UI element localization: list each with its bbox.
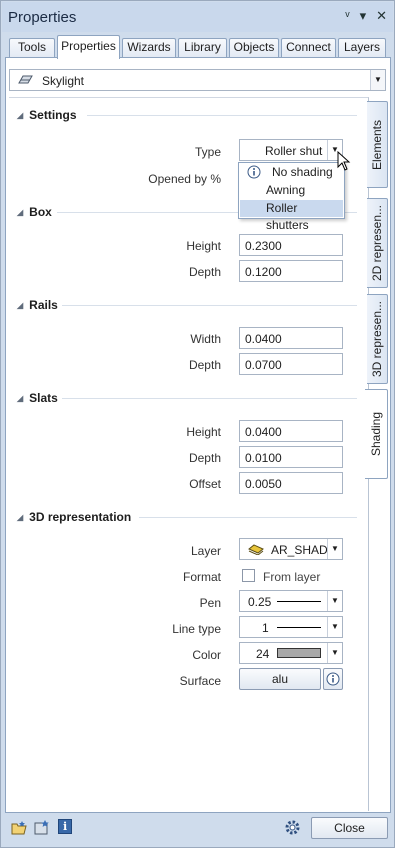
- element-selector[interactable]: Skylight ▼: [9, 69, 386, 91]
- rails-depth-label: Depth: [188, 358, 221, 372]
- tab-properties[interactable]: Properties: [57, 35, 120, 59]
- info-icon: [326, 672, 340, 686]
- side-tab-shading[interactable]: Shading: [365, 389, 388, 479]
- type-dropdown[interactable]: Roller shut ▼: [239, 139, 343, 161]
- box-depth-label: Depth: [188, 265, 221, 279]
- option-roller-shutters[interactable]: Roller shutters: [240, 200, 343, 232]
- rails-depth-input[interactable]: 0.0700: [239, 353, 343, 375]
- rails-width-input[interactable]: 0.0400: [239, 327, 343, 349]
- tab-objects[interactable]: Objects: [229, 38, 279, 57]
- collapse-icon[interactable]: ◢: [17, 513, 23, 522]
- tab-layers[interactable]: Layers: [338, 38, 386, 57]
- color-value: 24: [256, 647, 270, 661]
- section-rails[interactable]: ◢ Rails: [17, 298, 357, 312]
- surface-button[interactable]: alu: [239, 668, 321, 690]
- option-no-shading[interactable]: No shading: [240, 164, 343, 181]
- line-type-dropdown[interactable]: 1 ▼: [239, 616, 343, 638]
- section-3d-representation[interactable]: ◢ 3D representation: [17, 510, 357, 524]
- side-tab-3d-representation[interactable]: 3D represen...: [367, 294, 388, 384]
- chevron-down-icon[interactable]: ▼: [327, 591, 342, 611]
- slats-height-input[interactable]: 0.0400: [239, 420, 343, 442]
- box-height-label: Height: [186, 239, 221, 253]
- section-slats[interactable]: ◢ Slats: [17, 391, 357, 405]
- open-favorites-icon[interactable]: [11, 820, 28, 835]
- rails-width-label: Width: [190, 332, 221, 346]
- tab-tools[interactable]: Tools: [9, 38, 55, 57]
- type-options-popup: No shading Awning Roller shutters: [238, 162, 345, 232]
- color-swatch: [277, 648, 321, 658]
- properties-window: Properties ᵛ ▾ ✕ Tools Properties Wizard…: [0, 0, 395, 848]
- save-favorites-icon[interactable]: [34, 819, 51, 835]
- surface-info-button[interactable]: [323, 668, 343, 690]
- slats-offset-input[interactable]: 0.0050: [239, 472, 343, 494]
- gear-icon[interactable]: [284, 819, 301, 836]
- collapse-icon[interactable]: ◢: [17, 394, 23, 403]
- chevron-down-icon[interactable]: ▼: [327, 643, 342, 663]
- element-selector-value: Skylight: [42, 74, 85, 88]
- side-tab-elements[interactable]: Elements: [367, 101, 388, 188]
- slats-depth-label: Depth: [188, 451, 221, 465]
- slats-offset-label: Offset: [189, 477, 221, 491]
- format-label: Format: [182, 570, 221, 584]
- pen-preview: [277, 601, 321, 602]
- title-bar: Properties ᵛ ▾ ✕: [2, 2, 393, 32]
- pen-label: Pen: [199, 596, 221, 610]
- info-icon[interactable]: i: [58, 819, 72, 834]
- chevron-down-icon[interactable]: ▼: [327, 617, 342, 637]
- surface-label: Surface: [179, 674, 221, 688]
- collapse-icon[interactable]: ◢: [17, 208, 23, 217]
- option-awning[interactable]: Awning: [240, 182, 343, 199]
- properties-panel: Skylight ▼ ◢ Settings Type Roller shut ▼…: [5, 57, 391, 813]
- layer-icon: [248, 544, 264, 555]
- from-layer-label: From layer: [263, 570, 321, 584]
- color-label: Color: [192, 648, 221, 662]
- type-value: Roller shut: [265, 144, 323, 158]
- pen-value: 0.25: [248, 595, 272, 609]
- collapse-icon[interactable]: ◢: [17, 301, 23, 310]
- skylight-icon: [18, 75, 33, 84]
- pen-dropdown[interactable]: 0.25 ▼: [239, 590, 343, 612]
- pin-icon[interactable]: ᵛ: [345, 8, 349, 24]
- box-height-input[interactable]: 0.2300: [239, 234, 343, 256]
- mouse-cursor-icon: [337, 151, 351, 171]
- window-title: Properties: [8, 8, 77, 26]
- collapse-icon[interactable]: ◢: [17, 111, 23, 120]
- line-type-label: Line type: [172, 622, 221, 636]
- layer-label: Layer: [190, 544, 221, 558]
- close-icon[interactable]: ✕: [376, 8, 387, 24]
- chevron-down-icon[interactable]: ▼: [370, 70, 385, 90]
- tab-wizards[interactable]: Wizards: [122, 38, 176, 57]
- layer-value: AR_SHAD: [271, 543, 328, 557]
- from-layer-checkbox[interactable]: [242, 569, 255, 582]
- type-label: Type: [194, 145, 221, 159]
- opened-by-label: Opened by %: [148, 172, 221, 186]
- window-menu-icon[interactable]: ▾: [360, 8, 367, 24]
- tab-connect[interactable]: Connect: [281, 38, 336, 57]
- bottom-toolbar: i Close: [2, 814, 393, 846]
- layer-dropdown[interactable]: AR_SHAD ▼: [239, 538, 343, 560]
- slats-height-label: Height: [186, 425, 221, 439]
- side-tab-2d-representation[interactable]: 2D represen...: [367, 198, 388, 288]
- section-settings[interactable]: ◢ Settings: [17, 108, 357, 122]
- line-type-value: 1: [262, 621, 269, 635]
- chevron-down-icon[interactable]: ▼: [327, 539, 342, 559]
- tab-library[interactable]: Library: [178, 38, 227, 57]
- box-depth-input[interactable]: 0.1200: [239, 260, 343, 282]
- close-button[interactable]: Close: [311, 817, 388, 839]
- slats-depth-input[interactable]: 0.0100: [239, 446, 343, 468]
- line-type-preview: [277, 627, 321, 628]
- color-dropdown[interactable]: 24 ▼: [239, 642, 343, 664]
